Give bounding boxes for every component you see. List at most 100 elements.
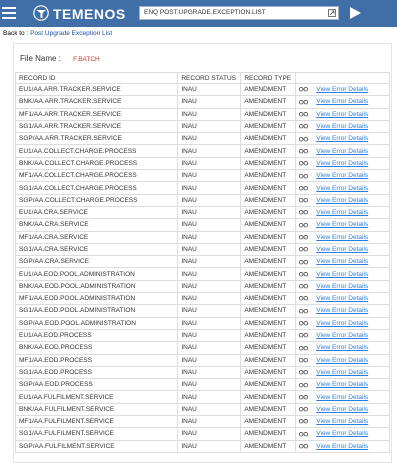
view-error-details-link[interactable]: View Error Details: [316, 160, 368, 167]
play-arrow-icon[interactable]: [348, 6, 362, 20]
glasses-icon[interactable]: [299, 185, 309, 191]
glasses-icon[interactable]: [299, 382, 309, 388]
back-link[interactable]: Post Upgrade Exception List: [30, 30, 112, 37]
glasses-icon[interactable]: [299, 308, 309, 314]
record-id-cell: SG1/AA.EOD.POOL.ADMINISTRATION: [14, 304, 179, 318]
glasses-icon[interactable]: [299, 431, 309, 437]
view-error-details-link[interactable]: View Error Details: [316, 357, 368, 364]
view-error-details-link[interactable]: View Error Details: [316, 197, 368, 204]
record-id-cell: SG1/AA.COLLECT.CHARGE.PROCESS: [14, 181, 179, 195]
expand-icon[interactable]: [328, 9, 336, 17]
actions-cell: View Error Details: [295, 415, 390, 429]
glasses-icon[interactable]: [299, 111, 309, 117]
view-error-details-link[interactable]: View Error Details: [316, 418, 368, 425]
table-row: SGP/AA.FULFILMENT.SERVICE INAU AMENDMENT Vi…: [14, 439, 390, 453]
glasses-icon[interactable]: [299, 295, 309, 301]
view-error-details-link[interactable]: View Error Details: [316, 246, 368, 253]
file-name-line: File Name : F.BATCH: [20, 54, 100, 63]
glasses-icon[interactable]: [299, 418, 309, 424]
record-status-cell: INAU: [177, 255, 242, 269]
glasses-icon[interactable]: [299, 136, 309, 142]
top-bar: TEMENOS ENQ POST.UPGRADE.EXCEPTION.LIST: [0, 0, 397, 27]
record-status-cell: INAU: [177, 218, 242, 232]
view-error-details-link[interactable]: View Error Details: [316, 86, 368, 93]
glasses-icon[interactable]: [299, 443, 309, 449]
view-error-details-link[interactable]: View Error Details: [316, 148, 368, 155]
back-to-label: Back to :: [3, 30, 29, 37]
glasses-icon[interactable]: [299, 99, 309, 105]
view-error-details-link[interactable]: View Error Details: [316, 271, 368, 278]
table-row: SG1/AA.CRA.SERVICE INAU AMENDMENT View Erro…: [14, 242, 390, 257]
record-type-cell: AMENDMENT: [240, 292, 297, 306]
view-error-details-link[interactable]: View Error Details: [316, 111, 368, 118]
view-error-details-link[interactable]: View Error Details: [316, 394, 368, 401]
view-error-details-link[interactable]: View Error Details: [316, 209, 368, 216]
view-error-details-link[interactable]: View Error Details: [316, 234, 368, 241]
record-status-cell: INAU: [177, 439, 242, 453]
record-status-cell: INAU: [177, 292, 242, 306]
view-error-details-link[interactable]: View Error Details: [316, 320, 368, 327]
record-id-cell: MF1/AA.FULFILMENT.SERVICE: [14, 415, 179, 429]
view-error-details-link[interactable]: View Error Details: [316, 185, 368, 192]
table-row: EU1/AA.COLLECT.CHARGE.PROCESS INAU AMENDME…: [14, 144, 390, 158]
view-error-details-link[interactable]: View Error Details: [316, 221, 368, 228]
glasses-icon[interactable]: [299, 222, 309, 228]
actions-cell: View Error Details: [295, 353, 390, 367]
glasses-icon[interactable]: [299, 259, 309, 265]
record-status-cell: INAU: [177, 378, 242, 392]
glasses-icon[interactable]: [299, 357, 309, 363]
view-error-details-link[interactable]: View Error Details: [316, 344, 368, 351]
view-error-details-link[interactable]: View Error Details: [316, 430, 368, 437]
glasses-icon[interactable]: [299, 148, 309, 154]
view-error-details-link[interactable]: View Error Details: [316, 98, 368, 105]
view-error-details-link[interactable]: View Error Details: [316, 295, 368, 302]
view-error-details-link[interactable]: View Error Details: [316, 123, 368, 130]
actions-cell: View Error Details: [295, 205, 390, 220]
record-status-cell: INAU: [177, 156, 242, 171]
glasses-icon[interactable]: [299, 283, 309, 289]
brand-name: TEMENOS: [53, 6, 126, 22]
view-error-details-link[interactable]: View Error Details: [316, 172, 368, 179]
glasses-icon[interactable]: [299, 345, 309, 351]
glasses-icon[interactable]: [299, 173, 309, 179]
view-error-details-link[interactable]: View Error Details: [316, 283, 368, 290]
command-line-input[interactable]: ENQ POST.UPGRADE.EXCEPTION.LIST: [139, 6, 339, 20]
record-id-cell: SG1/AA.EOD.PROCESS: [14, 365, 179, 380]
hamburger-menu-icon[interactable]: [2, 7, 16, 19]
glasses-icon[interactable]: [299, 406, 309, 412]
table-row: SGP/AA.EOD.PROCESS INAU AMENDMENT View Erro…: [14, 378, 390, 392]
view-error-details-link[interactable]: View Error Details: [316, 135, 368, 142]
record-id-cell: BNK/AA.ARR.TRACKER.SERVICE: [14, 95, 179, 109]
view-error-details-link[interactable]: View Error Details: [316, 443, 368, 450]
view-error-details-link[interactable]: View Error Details: [316, 332, 368, 339]
actions-cell: View Error Details: [295, 242, 390, 257]
table-row: MF1/AA.EOD.PROCESS INAU AMENDMENT View Erro…: [14, 353, 390, 367]
glasses-icon[interactable]: [299, 123, 309, 129]
view-error-details-link[interactable]: View Error Details: [316, 307, 368, 314]
glasses-icon[interactable]: [299, 86, 309, 92]
view-error-details-link[interactable]: View Error Details: [316, 406, 368, 413]
glasses-icon[interactable]: [299, 197, 309, 203]
record-type-cell: AMENDMENT: [240, 156, 297, 171]
record-type-cell: AMENDMENT: [240, 169, 297, 183]
record-id-cell: MF1/AA.CRA.SERVICE: [14, 230, 179, 244]
glasses-icon[interactable]: [299, 332, 309, 338]
actions-cell: View Error Details: [295, 119, 390, 134]
view-error-details-link[interactable]: View Error Details: [316, 258, 368, 265]
view-error-details-link[interactable]: View Error Details: [316, 381, 368, 388]
record-type-cell: AMENDMENT: [240, 132, 297, 146]
table-row: EU1/AA.CRA.SERVICE INAU AMENDMENT View Erro…: [14, 205, 390, 220]
glasses-icon[interactable]: [299, 320, 309, 326]
glasses-icon[interactable]: [299, 209, 309, 215]
glasses-icon[interactable]: [299, 369, 309, 375]
glasses-icon[interactable]: [299, 394, 309, 400]
glasses-icon[interactable]: [299, 271, 309, 277]
record-type-cell: AMENDMENT: [240, 378, 297, 392]
glasses-icon[interactable]: [299, 246, 309, 252]
record-type-cell: AMENDMENT: [240, 267, 297, 281]
record-type-cell: AMENDMENT: [240, 279, 297, 294]
view-error-details-link[interactable]: View Error Details: [316, 369, 368, 376]
actions-cell: View Error Details: [295, 95, 390, 109]
glasses-icon[interactable]: [299, 234, 309, 240]
glasses-icon[interactable]: [299, 160, 309, 166]
